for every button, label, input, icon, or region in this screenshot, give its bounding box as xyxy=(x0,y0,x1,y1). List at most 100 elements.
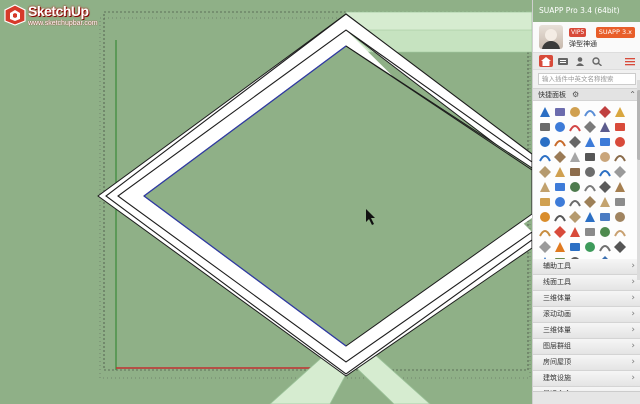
frame-tool-icon[interactable] xyxy=(538,179,552,193)
category-building[interactable]: 建筑设施 xyxy=(533,371,640,387)
category-aux-tools[interactable]: 辅助工具 xyxy=(533,259,640,275)
wave-tool-icon[interactable] xyxy=(583,164,597,178)
logo-name: SketchUp xyxy=(28,3,89,19)
cube-blue-tool-icon[interactable] xyxy=(583,209,597,223)
avatar[interactable] xyxy=(539,25,563,49)
category-list: 辅助工具 线面工具 三维体量 滚动动画 三维体量 图层群组 房间屋顶 建筑设施 … xyxy=(533,259,640,403)
fan-tool-icon[interactable] xyxy=(598,194,612,208)
pyramid-tool-icon[interactable] xyxy=(538,194,552,208)
orange-tool-icon[interactable] xyxy=(553,239,567,253)
loop-tool-icon[interactable] xyxy=(598,119,612,133)
rings-tool-icon[interactable] xyxy=(583,149,597,163)
brush-tool-icon[interactable] xyxy=(553,194,567,208)
roof-tool-icon[interactable] xyxy=(538,164,552,178)
grid-box-tool-icon[interactable] xyxy=(613,149,627,163)
rod-tool-icon[interactable] xyxy=(553,179,567,193)
sphere-tool-icon[interactable] xyxy=(568,149,582,163)
bag-tool-icon[interactable] xyxy=(613,224,627,238)
quick-panel-header[interactable]: 快捷面板 ⚙ ⌃ xyxy=(533,88,640,101)
grid-tool-icon[interactable] xyxy=(583,239,597,253)
slab-tool-icon[interactable] xyxy=(568,209,582,223)
shape-tool-icon[interactable] xyxy=(583,104,597,118)
category-3d-volume-2[interactable]: 三维体量 xyxy=(533,323,640,339)
pins-tool-icon[interactable] xyxy=(568,179,582,193)
logo-url: www.sketchupbar.com xyxy=(28,20,98,27)
brand-badge[interactable]: SUAPP 3.x xyxy=(595,27,635,38)
search-button[interactable] xyxy=(590,55,604,67)
panel-title: SUAPP Pro 3.4 (64bit) xyxy=(533,0,640,22)
knife-tool-icon[interactable] xyxy=(568,134,582,148)
search-icon xyxy=(592,56,602,66)
sketchup-logo-icon xyxy=(4,4,26,26)
pipe-tool-icon[interactable] xyxy=(598,224,612,238)
butterfly-tool-icon[interactable] xyxy=(538,104,552,118)
hinge-tool-icon[interactable] xyxy=(568,194,582,208)
curve-tool-icon[interactable] xyxy=(553,119,567,133)
house-tool-icon[interactable] xyxy=(538,134,552,148)
drawing-viewport[interactable]: SketchUp www.sketchupbar.com xyxy=(0,0,532,404)
bridge-tool-icon[interactable] xyxy=(583,119,597,133)
window-tool-icon[interactable] xyxy=(583,194,597,208)
gear-icon[interactable]: ⚙ xyxy=(572,90,579,99)
panel-tool-icon[interactable] xyxy=(568,239,582,253)
gear-tool-icon[interactable] xyxy=(538,239,552,253)
slash-tool-icon[interactable] xyxy=(613,134,627,148)
blade-tool-icon[interactable] xyxy=(568,104,582,118)
split-tool-icon[interactable] xyxy=(598,239,612,253)
blue-diamond-tool-icon[interactable] xyxy=(538,149,552,163)
bowl-edge-tool-icon[interactable] xyxy=(613,209,627,223)
hat-tool-icon[interactable] xyxy=(553,104,567,118)
brackets-tool-icon[interactable] xyxy=(598,179,612,193)
box-tool-icon[interactable] xyxy=(613,179,627,193)
plugin-search-input[interactable]: 输入插件中英文名称搜索 xyxy=(538,73,636,85)
diamond-inner-face xyxy=(143,45,532,347)
category-animation[interactable]: 滚动动画 xyxy=(533,307,640,323)
pyramid-dark-tool-icon[interactable] xyxy=(613,239,627,253)
ramp-tool-icon[interactable] xyxy=(583,134,597,148)
stick-tool-icon[interactable] xyxy=(568,164,582,178)
user-icon xyxy=(576,56,584,66)
menu-button[interactable] xyxy=(623,55,637,67)
sketchup-logo: SketchUp www.sketchupbar.com xyxy=(4,2,100,30)
category-line-face[interactable]: 线面工具 xyxy=(533,275,640,291)
vip-badge: VIP5 xyxy=(569,28,587,37)
cone-tool-icon[interactable] xyxy=(613,164,627,178)
cross-tool-icon[interactable] xyxy=(553,224,567,238)
cut-tool-icon[interactable] xyxy=(613,119,627,133)
chain-tool-icon[interactable] xyxy=(583,179,597,193)
hook-tool-icon[interactable] xyxy=(553,134,567,148)
tower-tool-icon[interactable] xyxy=(598,209,612,223)
mitre-tool-icon[interactable] xyxy=(553,164,567,178)
recent-tools-strip xyxy=(533,391,640,404)
cube-red-tool-icon[interactable] xyxy=(598,149,612,163)
hand-tool-icon[interactable] xyxy=(598,104,612,118)
shard-tool-icon[interactable] xyxy=(583,224,597,238)
list-icon xyxy=(558,57,568,65)
user-row: VIP5 弹型神通 SUAPP 3.x xyxy=(533,22,640,52)
quick-panel-label: 快捷面板 xyxy=(538,90,566,99)
category-room-roof[interactable]: 房间屋顶 xyxy=(533,355,640,371)
stripes-tool-icon[interactable] xyxy=(598,134,612,148)
parts-tool-icon[interactable] xyxy=(598,164,612,178)
list-button[interactable] xyxy=(556,55,570,67)
user-button[interactable] xyxy=(573,55,587,67)
arc-tool-icon[interactable] xyxy=(568,119,582,133)
username[interactable]: 弹型神通 xyxy=(569,39,597,49)
scene-drawing xyxy=(97,11,532,404)
menu-icon xyxy=(625,57,635,65)
block-tool-icon[interactable] xyxy=(613,194,627,208)
category-3d-volume[interactable]: 三维体量 xyxy=(533,291,640,307)
category-layers-groups[interactable]: 图层群组 xyxy=(533,339,640,355)
brush-red-tool-icon[interactable] xyxy=(568,224,582,238)
ball-tool-icon[interactable] xyxy=(538,209,552,223)
lines-tool-icon[interactable] xyxy=(538,119,552,133)
house-dot-tool-icon[interactable] xyxy=(538,224,552,238)
chevron-up-icon[interactable]: ⌃ xyxy=(629,90,636,99)
panel-nav xyxy=(533,52,640,70)
quick-tool-grid xyxy=(533,101,640,268)
home-button[interactable] xyxy=(539,55,553,67)
pen-tool-icon[interactable] xyxy=(613,104,627,118)
suapp-panel: SUAPP Pro 3.4 (64bit) VIP5 弹型神通 SUAPP 3.… xyxy=(532,0,640,404)
bowl-tool-icon[interactable] xyxy=(553,149,567,163)
sphere-dark-tool-icon[interactable] xyxy=(553,209,567,223)
